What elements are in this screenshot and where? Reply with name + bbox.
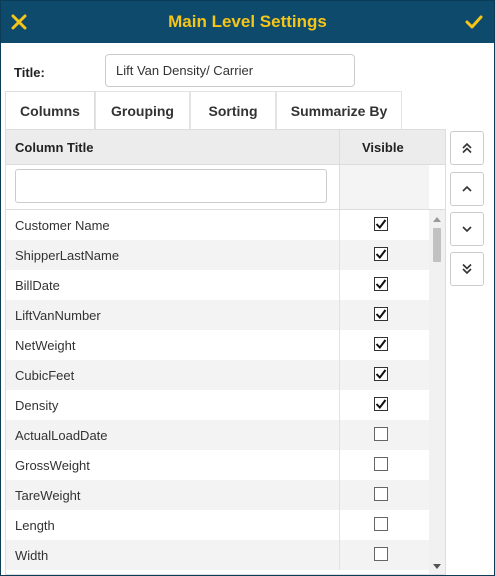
column-name: GrossWeight (15, 458, 90, 473)
column-name: TareWeight (15, 488, 81, 503)
column-name: ActualLoadDate (15, 428, 108, 443)
column-name: Density (15, 398, 59, 413)
visible-header[interactable]: Visible (362, 140, 404, 155)
move-to-top-button[interactable] (450, 131, 484, 165)
row-divider (339, 450, 340, 480)
checkmark-icon (375, 219, 387, 230)
table-row[interactable]: ShipperLastName (6, 240, 429, 270)
columns-grid: Column Title Visible Customer Name Shipp… (5, 129, 446, 575)
move-down-button[interactable] (450, 212, 484, 246)
visible-checkbox[interactable] (374, 427, 388, 441)
header-divider (339, 130, 340, 164)
visible-checkbox[interactable] (374, 397, 388, 411)
table-row[interactable]: Width (6, 540, 429, 570)
scroll-down-arrow[interactable] (429, 560, 445, 574)
title-input[interactable] (105, 54, 355, 87)
column-title-header[interactable]: Column Title (15, 140, 93, 155)
row-divider (339, 300, 340, 330)
chevron-up-icon (462, 185, 472, 192)
visible-checkbox[interactable] (374, 457, 388, 471)
checkmark-icon (375, 279, 387, 290)
visible-checkbox[interactable] (374, 367, 388, 381)
table-row[interactable]: GrossWeight (6, 450, 429, 480)
table-row[interactable]: LiftVanNumber (6, 300, 429, 330)
column-name: LiftVanNumber (15, 308, 101, 323)
row-divider (339, 330, 340, 360)
column-title-filter-input[interactable] (15, 169, 327, 203)
column-name: ShipperLastName (15, 248, 120, 263)
checkmark-icon (375, 339, 387, 350)
row-divider (339, 480, 340, 510)
filter-divider (339, 165, 340, 209)
column-name: Customer Name (15, 218, 110, 233)
tab-sorting[interactable]: Sorting (190, 91, 276, 129)
visible-checkbox[interactable] (374, 247, 388, 261)
dialog-title: Main Level Settings (168, 12, 327, 31)
table-row[interactable]: ActualLoadDate (6, 420, 429, 450)
checkmark-icon (375, 309, 387, 320)
table-row[interactable]: Length (6, 510, 429, 540)
grid-scrollbar[interactable] (429, 210, 445, 574)
scroll-up-arrow[interactable] (429, 212, 445, 226)
row-divider (339, 510, 340, 540)
tab-columns[interactable]: Columns (5, 91, 95, 129)
triangle-down-icon (433, 564, 441, 569)
scrollbar-thumb[interactable] (433, 228, 441, 262)
dialog-header: Main Level Settings (1, 1, 494, 43)
move-up-button[interactable] (450, 172, 484, 206)
row-divider (339, 360, 340, 390)
title-row: Title: (1, 43, 494, 91)
table-row[interactable]: BillDate (6, 270, 429, 300)
column-name: Width (15, 548, 49, 563)
column-name: Length (15, 518, 55, 533)
row-divider (339, 210, 340, 240)
chevron-down-icon (462, 226, 472, 233)
table-row[interactable]: CubicFeet (6, 360, 429, 390)
row-divider (339, 540, 340, 570)
tab-grouping[interactable]: Grouping (95, 91, 190, 129)
column-name: CubicFeet (15, 368, 75, 383)
double-chevron-down-icon (462, 263, 472, 275)
visible-filter-cell (340, 165, 429, 209)
row-divider (339, 420, 340, 450)
tab-summarize-by[interactable]: Summarize By (276, 91, 402, 129)
tab-bar: Columns Grouping Sorting Summarize By (5, 91, 494, 129)
visible-checkbox[interactable] (374, 337, 388, 351)
table-row[interactable]: Customer Name (6, 210, 429, 240)
row-divider (339, 390, 340, 420)
visible-checkbox[interactable] (374, 217, 388, 231)
visible-checkbox[interactable] (374, 307, 388, 321)
table-row[interactable]: TareWeight (6, 480, 429, 510)
move-to-bottom-button[interactable] (450, 252, 484, 286)
visible-checkbox[interactable] (374, 487, 388, 501)
confirm-button[interactable] (461, 9, 487, 35)
checkmark-icon (375, 369, 387, 380)
filter-row (6, 165, 445, 210)
double-chevron-up-icon (462, 142, 472, 154)
checkmark-icon (375, 399, 387, 410)
visible-checkbox[interactable] (374, 277, 388, 291)
table-row[interactable]: NetWeight (6, 330, 429, 360)
row-divider (339, 270, 340, 300)
visible-checkbox[interactable] (374, 547, 388, 561)
grid-rows: Customer Name ShipperLastName BillDate L… (6, 210, 429, 570)
visible-checkbox[interactable] (374, 517, 388, 531)
triangle-up-icon (433, 217, 441, 222)
row-divider (339, 240, 340, 270)
checkmark-icon (375, 249, 387, 260)
column-name: BillDate (15, 278, 60, 293)
column-name: NetWeight (15, 338, 76, 353)
grid-header: Column Title Visible (6, 130, 445, 165)
table-row[interactable]: Density (6, 390, 429, 420)
title-label: Title: (14, 65, 45, 80)
settings-dialog: Main Level Settings Title: Columns Group… (0, 0, 495, 576)
check-icon (465, 15, 483, 29)
